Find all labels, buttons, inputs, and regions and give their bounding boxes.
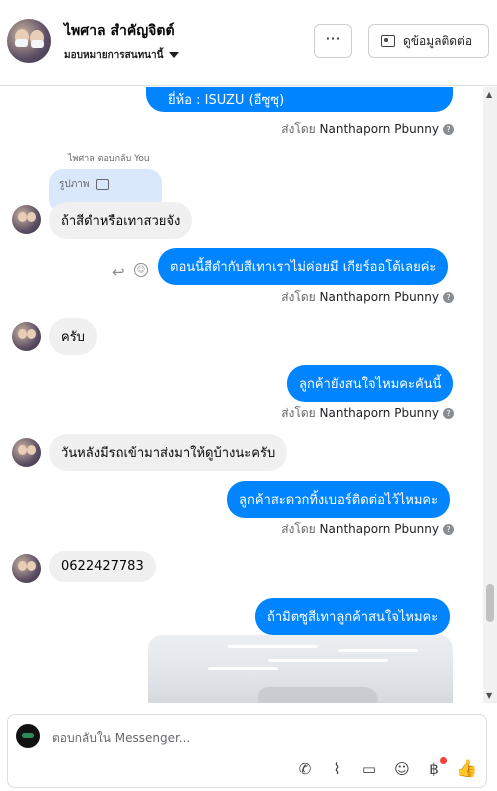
avatar[interactable] — [12, 554, 41, 583]
avatar[interactable] — [12, 322, 41, 351]
sent-by-label: ส่งโดย Nanthaporn Pbunny? — [281, 288, 454, 307]
reply-input[interactable]: ตอบกลับใน Messenger... — [52, 729, 190, 748]
sender-name: Nanthaporn Pbunny — [319, 406, 439, 420]
help-icon[interactable]: ? — [443, 524, 454, 535]
message-outgoing: ยี่ห้อ : ISUZU (อีซูซุ) — [146, 87, 453, 112]
message-incoming: ถ้าสีดำหรือเทาสวยจัง — [49, 202, 193, 239]
avatar[interactable] — [12, 438, 41, 467]
reply-icon[interactable]: ↩ — [112, 263, 125, 281]
thread-scrollbar[interactable]: ▲ ▼ — [483, 87, 497, 703]
reply-quote-text: รูปภาพ — [59, 179, 90, 190]
message-outgoing: ลูกค้าสะดวกทิ้งเบอร์ติดต่อไว้ไหมคะ — [227, 481, 451, 518]
reply-note: ไพศาล ตอบกลับ You — [68, 154, 150, 164]
more-button[interactable]: ··· — [314, 24, 352, 58]
sent-by-prefix: ส่งโดย — [281, 406, 316, 420]
image-icon — [95, 178, 109, 190]
help-icon[interactable]: ? — [443, 292, 454, 303]
message-outgoing: ลูกค้ายังสนใจไหมคะคันนี้ — [287, 365, 454, 402]
sent-by-prefix: ส่งโดย — [281, 522, 316, 536]
avatar[interactable] — [12, 205, 41, 234]
sent-by-label: ส่งโดย Nanthaporn Pbunny? — [281, 404, 454, 423]
message-thread[interactable]: ยี่ห้อ : ISUZU (อีซูซุ) ส่งโดย Nanthapor… — [0, 87, 497, 703]
sent-by-label: ส่งโดย Nanthaporn Pbunny? — [281, 120, 454, 139]
emoji-icon[interactable]: ☺ — [392, 759, 412, 779]
truck-shape — [258, 687, 378, 703]
scroll-thumb[interactable] — [486, 584, 494, 622]
message-outgoing: ตอนนี้สีดำกับสีเทาเราไม่ค่อยมี เกียร์ออโ… — [158, 248, 449, 285]
view-contact-label: ดูข้อมูลติดต่อ — [403, 34, 473, 48]
help-icon[interactable]: ? — [443, 408, 454, 419]
scroll-up-icon[interactable]: ▲ — [486, 90, 492, 99]
sender-name: Nanthaporn Pbunny — [319, 522, 439, 536]
contact-card-icon — [381, 35, 395, 47]
attach-icon[interactable]: ⌇ — [327, 759, 347, 779]
conversation-header: ไพศาล สำคัญจิตต์ มอบหมายการสนทนานี้ ··· … — [0, 0, 497, 86]
emoji-icon[interactable]: ☺ — [134, 263, 148, 277]
page-avatar — [16, 724, 40, 748]
sender-name: Nanthaporn Pbunny — [319, 290, 439, 304]
message-composer[interactable]: ตอบกลับใน Messenger... ✆ ⌇ ▭ ☺ ฿ 👍 — [7, 714, 487, 788]
contact-name[interactable]: ไพศาล สำคัญจิตต์ — [64, 20, 175, 42]
call-icon[interactable]: ✆ — [295, 759, 315, 779]
message-outgoing: ถ้ามิตซูสีเทาลูกค้าสนใจไหมคะ — [255, 598, 451, 635]
assign-label: มอบหมายการสนทนานี้ — [64, 50, 164, 61]
view-contact-button[interactable]: ดูข้อมูลติดต่อ — [368, 24, 489, 58]
like-icon[interactable]: 👍 — [456, 759, 477, 779]
scroll-down-icon[interactable]: ▼ — [486, 691, 492, 700]
message-incoming: ครับ — [49, 318, 97, 355]
brand-line: ยี่ห้อ : ISUZU (อีซูซุ) — [168, 93, 285, 108]
sent-by-label: ส่งโดย Nanthaporn Pbunny? — [281, 520, 454, 539]
message-incoming: 0622427783 — [49, 551, 156, 582]
help-icon[interactable]: ? — [443, 124, 454, 135]
car-photo[interactable] — [148, 635, 453, 703]
assign-conversation[interactable]: มอบหมายการสนทนานี้ — [64, 48, 180, 63]
contact-avatar[interactable] — [7, 19, 51, 63]
sent-by-prefix: ส่งโดย — [281, 122, 316, 136]
notification-dot — [440, 757, 447, 764]
message-incoming: วันหลังมีรถเข้ามาส่งมาให้ดูบ้างนะครับ — [49, 434, 288, 471]
sender-name: Nanthaporn Pbunny — [319, 122, 439, 136]
sent-by-prefix: ส่งโดย — [281, 290, 316, 304]
saved-reply-icon[interactable]: ▭ — [359, 759, 379, 779]
chevron-down-icon — [169, 52, 180, 58]
